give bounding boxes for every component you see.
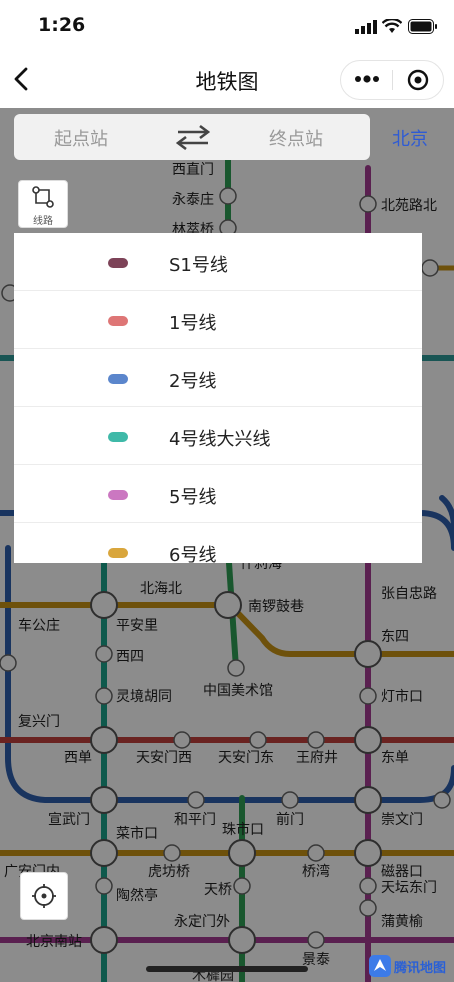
line-list-item[interactable]: 4号线大兴线 <box>14 407 422 465</box>
line-list-item[interactable]: 5号线 <box>14 465 422 523</box>
logo-text: 腾讯地图 <box>394 961 447 976</box>
city-selector[interactable]: 北京 <box>392 125 428 151</box>
nav-bar: 地铁图 <box>0 52 454 108</box>
home-indicator <box>146 966 308 972</box>
line-color-swatch <box>108 432 128 442</box>
route-lines-icon <box>32 186 54 208</box>
line-name: S1号线 <box>169 255 228 276</box>
line-name: 2号线 <box>169 371 217 392</box>
route-search-box[interactable]: 起点站 终点站 <box>14 114 370 160</box>
line-name: 4号线大兴线 <box>169 429 271 450</box>
mini-program-capsule <box>340 60 444 100</box>
line-color-swatch <box>108 316 128 326</box>
line-list-panel: S1号线 1号线 2号线 4号线大兴线 5号线 6号线 <box>14 233 422 563</box>
lines-button[interactable]: 线路 <box>18 180 68 228</box>
wifi-icon <box>382 19 402 33</box>
capsule-divider <box>392 70 393 90</box>
tencent-map-logo: 腾讯地图 <box>368 954 450 978</box>
locate-icon <box>32 884 56 908</box>
start-station-input[interactable]: 起点站 <box>54 125 108 151</box>
line-color-swatch <box>108 548 128 558</box>
battery-icon <box>408 19 437 34</box>
line-color-swatch <box>108 258 128 268</box>
line-name: 5号线 <box>169 487 217 508</box>
signal-icon <box>355 20 377 34</box>
more-icon[interactable] <box>355 75 379 83</box>
close-program-icon[interactable] <box>407 69 429 91</box>
locate-button[interactable] <box>20 872 68 920</box>
end-station-input[interactable]: 终点站 <box>269 125 323 151</box>
line-list-item[interactable]: S1号线 <box>14 233 422 291</box>
status-bar: 1:26 <box>0 0 454 52</box>
line-color-swatch <box>108 374 128 384</box>
line-name: 6号线 <box>169 545 217 563</box>
line-color-swatch <box>108 490 128 500</box>
tencent-map-logo-icon <box>369 955 391 977</box>
line-list-item[interactable]: 6号线 <box>14 523 422 563</box>
line-list-item[interactable]: 1号线 <box>14 291 422 349</box>
lines-button-label: 线路 <box>33 216 53 227</box>
status-time: 1:26 <box>38 14 86 36</box>
line-list-item[interactable]: 2号线 <box>14 349 422 407</box>
swap-icon[interactable] <box>176 124 210 150</box>
line-name: 1号线 <box>169 313 217 334</box>
